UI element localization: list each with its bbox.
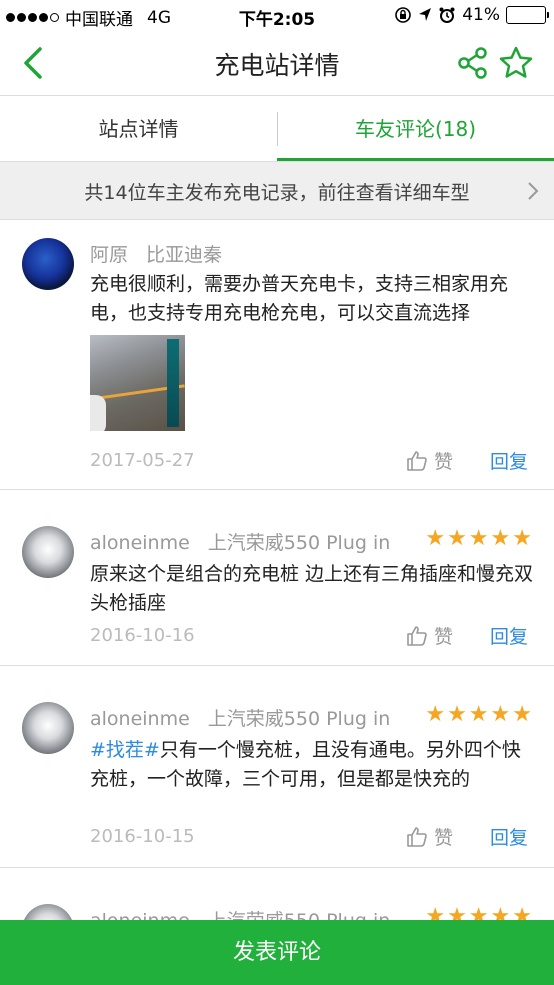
rotation-lock-icon — [395, 7, 412, 23]
chevron-right-icon — [528, 182, 539, 200]
review-text: 原来这个是组合的充电桩 边上还有三角插座和慢充双头枪插座 — [90, 563, 534, 614]
star-icon: ★ — [468, 526, 489, 551]
review-text: 充电很顺利，需要办普天充电卡，支持三相家用充电，也支持专用充电枪充电，可以交直流… — [90, 273, 509, 324]
star-icon: ★ — [490, 526, 511, 551]
review-item: aloneinme 上汽荣威550 Plug in ★ ★ ★ ★ ★ #找茬#只有一个慢… — [0, 666, 554, 868]
thumbs-up-icon — [407, 450, 427, 471]
avatar[interactable] — [22, 238, 74, 290]
post-review-button[interactable]: 发表评论 — [0, 920, 554, 985]
review-tag[interactable]: #找茬# — [90, 739, 160, 761]
review-item: aloneinme 上汽荣威550 Plug in ★ ★ ★ ★ ★ 原来这个是组合的充… — [0, 490, 554, 666]
alarm-icon — [439, 7, 455, 23]
share-icon[interactable] — [456, 46, 490, 80]
status-bar: 中国联通 4G 下午2:05 41% — [0, 0, 554, 30]
star-icon: ★ — [512, 702, 532, 727]
like-button[interactable]: 赞 — [406, 447, 453, 474]
star-icon: ★ — [425, 702, 446, 727]
review-text: #找茬#只有一个慢充桩，且没有通电。另外四个快充桩，一个故障，三个可用，但是都是… — [90, 739, 521, 790]
favorite-star-icon[interactable] — [498, 45, 534, 81]
nav-bar: 充电站详情 — [0, 30, 554, 96]
status-right: 41% — [394, 5, 549, 25]
location-icon — [419, 8, 432, 21]
like-button[interactable]: 赞 — [406, 622, 453, 649]
review-item: 阿原 比亚迪秦 充电很顺利，需要办普天充电卡，支持三相家用充电，也支持专用充电枪充… — [0, 220, 554, 490]
thumbs-up-icon — [407, 826, 427, 847]
like-button[interactable]: 赞 — [406, 823, 453, 850]
rating-stars: ★ ★ ★ ★ ★ — [425, 528, 532, 550]
rating-stars: ★ ★ ★ ★ ★ — [425, 704, 532, 726]
review-photo[interactable] — [90, 335, 185, 431]
tab-bar: 站点详情 车友评论(18) — [0, 96, 554, 162]
star-icon: ★ — [447, 526, 467, 551]
star-icon: ★ — [468, 702, 489, 727]
review-date: 2016-10-16 — [90, 625, 195, 646]
tab-reviews[interactable]: 车友评论(18) — [277, 96, 554, 162]
avatar[interactable] — [22, 702, 74, 754]
back-arrow-icon[interactable] — [18, 46, 48, 80]
reply-button[interactable]: 回复 — [490, 447, 528, 474]
review-author: aloneinme上汽荣威550 Plug in — [90, 708, 391, 730]
star-icon: ★ — [512, 526, 532, 551]
star-icon: ★ — [490, 702, 511, 727]
network-label: 4G — [147, 7, 171, 28]
battery-percent: 41% — [462, 5, 500, 25]
signal-icon — [6, 13, 59, 22]
active-tab-indicator — [277, 158, 554, 161]
reply-button[interactable]: 回复 — [490, 823, 528, 850]
review-date: 2016-10-15 — [90, 826, 195, 847]
tab-station-details[interactable]: 站点详情 — [0, 96, 277, 162]
review-date: 2017-05-27 — [90, 450, 195, 471]
carrier-label: 中国联通 — [65, 10, 133, 30]
star-icon: ★ — [447, 702, 467, 727]
avatar[interactable] — [22, 526, 74, 578]
banner-text: 共14位车主发布充电记录，前往查看详细车型 — [84, 182, 470, 204]
reply-button[interactable]: 回复 — [490, 622, 528, 649]
battery-icon — [506, 6, 549, 24]
review-author: aloneinme上汽荣威550 Plug in — [90, 532, 391, 554]
review-author: 阿原 比亚迪秦 — [90, 244, 223, 266]
thumbs-up-icon — [407, 625, 427, 646]
status-left: 中国联通 4G — [6, 5, 171, 30]
owner-records-banner[interactable]: 共14位车主发布充电记录，前往查看详细车型 — [0, 162, 554, 220]
star-icon: ★ — [425, 526, 446, 551]
